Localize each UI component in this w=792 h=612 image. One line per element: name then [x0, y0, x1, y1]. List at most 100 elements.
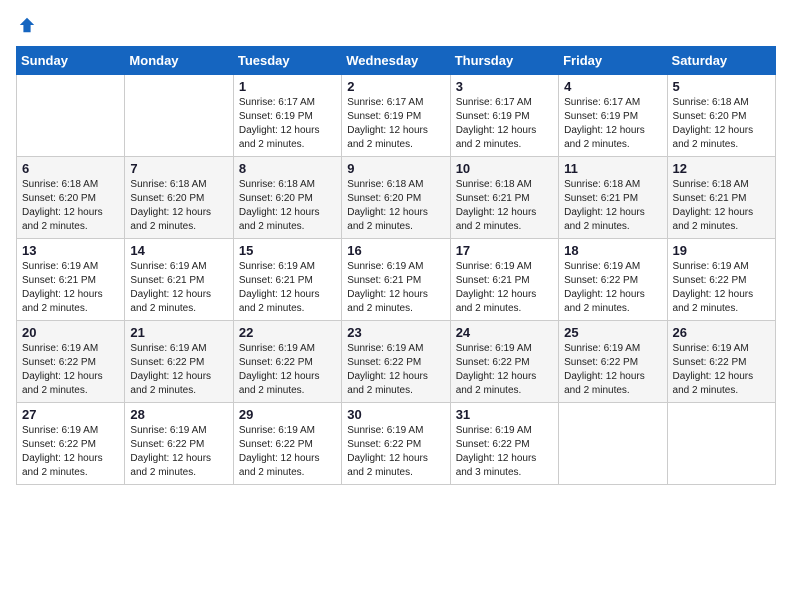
calendar-cell: 18Sunrise: 6:19 AM Sunset: 6:22 PM Dayli… — [559, 239, 667, 321]
day-info: Sunrise: 6:19 AM Sunset: 6:21 PM Dayligh… — [130, 260, 227, 316]
day-number: 19 — [673, 243, 770, 258]
day-info: Sunrise: 6:18 AM Sunset: 6:20 PM Dayligh… — [673, 96, 770, 152]
day-number: 9 — [347, 161, 444, 176]
calendar-header-row: SundayMondayTuesdayWednesdayThursdayFrid… — [17, 47, 776, 75]
day-info: Sunrise: 6:19 AM Sunset: 6:21 PM Dayligh… — [239, 260, 336, 316]
page-header — [16, 16, 776, 34]
calendar-cell: 30Sunrise: 6:19 AM Sunset: 6:22 PM Dayli… — [342, 403, 450, 485]
day-number: 6 — [22, 161, 119, 176]
day-info: Sunrise: 6:17 AM Sunset: 6:19 PM Dayligh… — [564, 96, 661, 152]
day-info: Sunrise: 6:19 AM Sunset: 6:21 PM Dayligh… — [22, 260, 119, 316]
day-number: 30 — [347, 407, 444, 422]
day-info: Sunrise: 6:19 AM Sunset: 6:22 PM Dayligh… — [347, 342, 444, 398]
day-number: 10 — [456, 161, 553, 176]
day-info: Sunrise: 6:19 AM Sunset: 6:22 PM Dayligh… — [130, 342, 227, 398]
calendar-week-row: 27 Sunrise: 6:19 AM Sunset: 6:22 PM Dayli… — [17, 403, 776, 485]
calendar-cell — [559, 403, 667, 485]
calendar-week-row: 20 Sunrise: 6:19 AM Sunset: 6:22 PM Dayli… — [17, 321, 776, 403]
calendar-week-row: 6 Sunrise: 6:18 AM Sunset: 6:20 PM Daylig… — [17, 157, 776, 239]
calendar-cell: 10 Sunrise: 6:18 AM Sunset: 6:21 PM Dayli… — [450, 157, 558, 239]
calendar-cell: 22 Sunrise: 6:19 AM Sunset: 6:22 PM Dayli… — [233, 321, 341, 403]
calendar-cell: 7Sunrise: 6:18 AM Sunset: 6:20 PM Daylig… — [125, 157, 233, 239]
calendar-cell: 23 Sunrise: 6:19 AM Sunset: 6:22 PM Dayli… — [342, 321, 450, 403]
day-number: 23 — [347, 325, 444, 340]
day-number: 21 — [130, 325, 227, 340]
calendar-cell: 20 Sunrise: 6:19 AM Sunset: 6:22 PM Dayli… — [17, 321, 125, 403]
calendar-cell: 12Sunrise: 6:18 AM Sunset: 6:21 PM Dayli… — [667, 157, 775, 239]
day-info: Sunrise: 6:18 AM Sunset: 6:21 PM Dayligh… — [564, 178, 661, 234]
day-number: 28 — [130, 407, 227, 422]
calendar-table: SundayMondayTuesdayWednesdayThursdayFrid… — [16, 46, 776, 485]
day-info: Sunrise: 6:17 AM Sunset: 6:19 PM Dayligh… — [456, 96, 553, 152]
calendar-cell: 25 Sunrise: 6:19 AM Sunset: 6:22 PM Dayli… — [559, 321, 667, 403]
calendar-cell: 11 Sunrise: 6:18 AM Sunset: 6:21 PM Dayli… — [559, 157, 667, 239]
day-info: Sunrise: 6:19 AM Sunset: 6:22 PM Dayligh… — [239, 342, 336, 398]
logo-icon — [18, 16, 36, 34]
day-number: 3 — [456, 79, 553, 94]
day-number: 15 — [239, 243, 336, 258]
day-number: 4 — [564, 79, 661, 94]
day-number: 8 — [239, 161, 336, 176]
day-number: 2 — [347, 79, 444, 94]
weekday-header: Wednesday — [342, 47, 450, 75]
day-info: Sunrise: 6:18 AM Sunset: 6:20 PM Dayligh… — [22, 178, 119, 234]
day-info: Sunrise: 6:18 AM Sunset: 6:21 PM Dayligh… — [673, 178, 770, 234]
day-info: Sunrise: 6:19 AM Sunset: 6:22 PM Dayligh… — [456, 342, 553, 398]
day-info: Sunrise: 6:19 AM Sunset: 6:22 PM Dayligh… — [673, 260, 770, 316]
day-info: Sunrise: 6:17 AM Sunset: 6:19 PM Dayligh… — [347, 96, 444, 152]
calendar-cell: 19 Sunrise: 6:19 AM Sunset: 6:22 PM Dayli… — [667, 239, 775, 321]
day-number: 1 — [239, 79, 336, 94]
calendar-cell: 3 Sunrise: 6:17 AM Sunset: 6:19 PM Daylig… — [450, 75, 558, 157]
day-number: 27 — [22, 407, 119, 422]
weekday-header: Tuesday — [233, 47, 341, 75]
calendar-cell: 6 Sunrise: 6:18 AM Sunset: 6:20 PM Daylig… — [17, 157, 125, 239]
calendar-cell — [667, 403, 775, 485]
day-number: 16 — [347, 243, 444, 258]
day-info: Sunrise: 6:19 AM Sunset: 6:22 PM Dayligh… — [239, 424, 336, 480]
day-info: Sunrise: 6:19 AM Sunset: 6:22 PM Dayligh… — [564, 342, 661, 398]
day-info: Sunrise: 6:18 AM Sunset: 6:20 PM Dayligh… — [347, 178, 444, 234]
calendar-cell — [125, 75, 233, 157]
day-info: Sunrise: 6:19 AM Sunset: 6:21 PM Dayligh… — [347, 260, 444, 316]
day-info: Sunrise: 6:19 AM Sunset: 6:22 PM Dayligh… — [130, 424, 227, 480]
calendar-cell: 4 Sunrise: 6:17 AM Sunset: 6:19 PM Daylig… — [559, 75, 667, 157]
day-number: 13 — [22, 243, 119, 258]
calendar-cell: 8 Sunrise: 6:18 AM Sunset: 6:20 PM Daylig… — [233, 157, 341, 239]
weekday-header: Saturday — [667, 47, 775, 75]
day-number: 14 — [130, 243, 227, 258]
weekday-header: Thursday — [450, 47, 558, 75]
calendar-cell: 15 Sunrise: 6:19 AM Sunset: 6:21 PM Dayli… — [233, 239, 341, 321]
logo — [16, 16, 36, 34]
day-info: Sunrise: 6:17 AM Sunset: 6:19 PM Dayligh… — [239, 96, 336, 152]
day-info: Sunrise: 6:19 AM Sunset: 6:22 PM Dayligh… — [22, 424, 119, 480]
day-number: 20 — [22, 325, 119, 340]
calendar-week-row: 1 Sunrise: 6:17 AM Sunset: 6:19 PM Daylig… — [17, 75, 776, 157]
day-number: 26 — [673, 325, 770, 340]
day-info: Sunrise: 6:19 AM Sunset: 6:22 PM Dayligh… — [456, 424, 553, 480]
calendar-cell: 5 Sunrise: 6:18 AM Sunset: 6:20 PM Daylig… — [667, 75, 775, 157]
day-number: 11 — [564, 161, 661, 176]
day-number: 5 — [673, 79, 770, 94]
calendar-cell: 1 Sunrise: 6:17 AM Sunset: 6:19 PM Daylig… — [233, 75, 341, 157]
day-info: Sunrise: 6:18 AM Sunset: 6:20 PM Dayligh… — [239, 178, 336, 234]
day-number: 7 — [130, 161, 227, 176]
weekday-header: Monday — [125, 47, 233, 75]
day-info: Sunrise: 6:19 AM Sunset: 6:21 PM Dayligh… — [456, 260, 553, 316]
calendar-cell: 13 Sunrise: 6:19 AM Sunset: 6:21 PM Dayli… — [17, 239, 125, 321]
weekday-header: Friday — [559, 47, 667, 75]
day-info: Sunrise: 6:19 AM Sunset: 6:22 PM Dayligh… — [673, 342, 770, 398]
calendar-cell: 28 Sunrise: 6:19 AM Sunset: 6:22 PM Dayli… — [125, 403, 233, 485]
day-info: Sunrise: 6:18 AM Sunset: 6:21 PM Dayligh… — [456, 178, 553, 234]
day-number: 25 — [564, 325, 661, 340]
calendar-cell: 26 Sunrise: 6:19 AM Sunset: 6:22 PM Dayli… — [667, 321, 775, 403]
calendar-cell: 21 Sunrise: 6:19 AM Sunset: 6:22 PM Dayli… — [125, 321, 233, 403]
day-number: 29 — [239, 407, 336, 422]
calendar-cell: 29 Sunrise: 6:19 AM Sunset: 6:22 PM Dayli… — [233, 403, 341, 485]
day-number: 22 — [239, 325, 336, 340]
day-info: Sunrise: 6:19 AM Sunset: 6:22 PM Dayligh… — [22, 342, 119, 398]
day-number: 18 — [564, 243, 661, 258]
calendar-cell: 14 Sunrise: 6:19 AM Sunset: 6:21 PM Dayli… — [125, 239, 233, 321]
calendar-cell — [17, 75, 125, 157]
calendar-cell: 27 Sunrise: 6:19 AM Sunset: 6:22 PM Dayli… — [17, 403, 125, 485]
calendar-week-row: 13 Sunrise: 6:19 AM Sunset: 6:21 PM Dayli… — [17, 239, 776, 321]
